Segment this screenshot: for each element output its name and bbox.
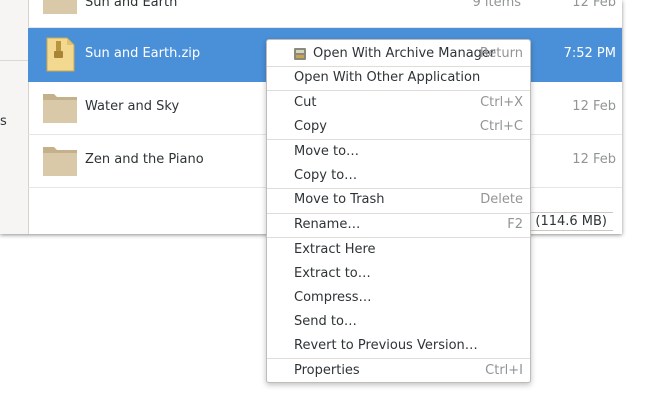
- menu-item-compress[interactable]: Compress…: [267, 286, 530, 310]
- menu-item-copy-to[interactable]: Copy to…: [267, 164, 530, 188]
- menu-item-properties[interactable]: Properties Ctrl+I: [267, 359, 530, 383]
- menu-item-label: Revert to Previous Version…: [294, 338, 478, 353]
- menu-item-label: Open With Other Application: [294, 70, 481, 85]
- sidebar-item-label[interactable]: s: [0, 114, 7, 129]
- menu-item-open-with-archive-manager[interactable]: Open With Archive Manager Return: [267, 42, 530, 66]
- menu-item-label: Extract Here: [294, 242, 376, 257]
- menu-item-copy[interactable]: Copy Ctrl+C: [267, 115, 530, 139]
- file-date: 12 Feb: [572, 152, 616, 167]
- menu-item-cut[interactable]: Cut Ctrl+X: [267, 91, 530, 115]
- menu-item-rename[interactable]: Rename… F2: [267, 213, 530, 237]
- menu-item-label: Send to…: [294, 314, 357, 329]
- file-date: 12 Feb: [572, 99, 616, 114]
- menu-item-label: Rename…: [294, 217, 361, 232]
- file-name: Sun and Earth.zip: [85, 46, 201, 61]
- menu-item-extract-to[interactable]: Extract to…: [267, 262, 530, 286]
- file-date: 7:52 PM: [563, 46, 616, 61]
- menu-item-move-to[interactable]: Move to…: [267, 140, 530, 164]
- folder-icon: [43, 94, 77, 123]
- sidebar-separator: [0, 60, 28, 61]
- menu-item-accel: Ctrl+C: [479, 119, 523, 134]
- context-menu: Open With Archive Manager Return Open Wi…: [266, 39, 531, 383]
- menu-item-revert-to-previous-version[interactable]: Revert to Previous Version…: [267, 334, 530, 358]
- file-date: 12 Feb: [572, 0, 616, 10]
- menu-item-label: Properties: [294, 363, 360, 378]
- menu-item-label: Copy: [294, 119, 327, 134]
- file-item-count: 9 items: [472, 0, 521, 10]
- menu-item-label: Open With Archive Manager: [313, 46, 496, 61]
- menu-item-accel: Return: [479, 46, 523, 61]
- folder-icon: [43, 0, 77, 14]
- menu-item-accel: F2: [507, 217, 523, 232]
- menu-item-label: Extract to…: [294, 266, 371, 281]
- sidebar: s: [0, 0, 29, 234]
- file-row-sun-and-earth[interactable]: Sun and Earth 9 items 12 Feb: [28, 0, 622, 28]
- menu-item-accel: Ctrl+X: [480, 95, 523, 110]
- menu-item-send-to[interactable]: Send to…: [267, 310, 530, 334]
- zip-archive-icon: [46, 37, 75, 72]
- menu-item-label: Move to Trash: [294, 192, 385, 207]
- file-name: Sun and Earth: [85, 0, 178, 10]
- menu-item-open-with-other-application[interactable]: Open With Other Application: [267, 66, 530, 90]
- file-name: Zen and the Piano: [85, 152, 204, 167]
- menu-item-extract-here[interactable]: Extract Here: [267, 238, 530, 262]
- folder-icon: [43, 147, 77, 176]
- menu-item-label: Cut: [294, 95, 317, 110]
- menu-item-move-to-trash[interactable]: Move to Trash Delete: [267, 188, 530, 212]
- menu-item-accel: Delete: [480, 192, 523, 207]
- menu-item-label: Move to…: [294, 144, 360, 159]
- menu-item-label: Compress…: [294, 290, 372, 305]
- file-name: Water and Sky: [85, 99, 180, 114]
- menu-item-label: Copy to…: [294, 168, 358, 183]
- archive-manager-icon: [294, 48, 306, 60]
- menu-item-accel: Ctrl+I: [485, 363, 523, 378]
